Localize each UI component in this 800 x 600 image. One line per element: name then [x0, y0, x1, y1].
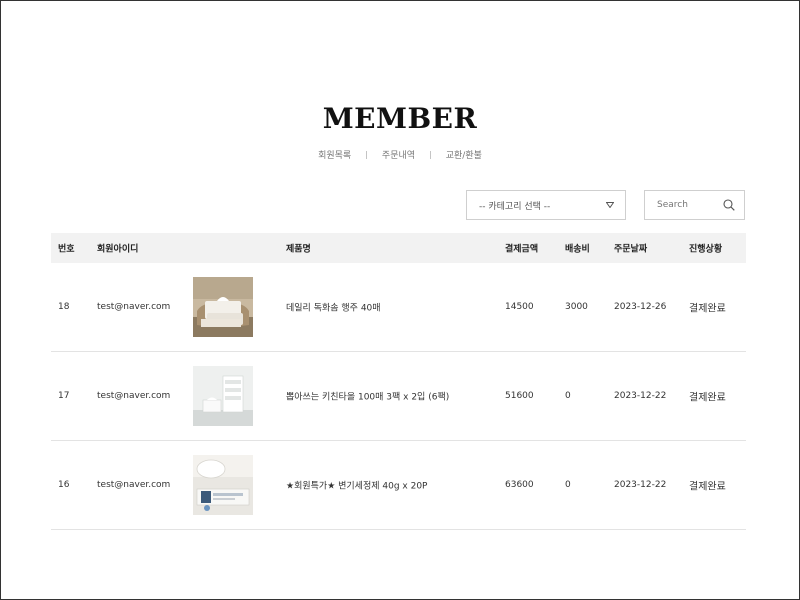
- row-amount: 63600: [505, 480, 534, 490]
- row-status: 결제완료: [689, 303, 726, 315]
- subnav-member-list[interactable]: 회원목록: [318, 148, 351, 161]
- header-order-date: 주문날짜: [614, 244, 648, 255]
- subnav-order-history[interactable]: 주문내역: [382, 148, 415, 161]
- row-shipping: 3000: [565, 302, 588, 312]
- product-thumbnail[interactable]: [193, 277, 253, 337]
- table-row[interactable]: 17 test@naver.com 뽑아쓰는 키친타올 100매 3팩 x 2입…: [51, 352, 746, 441]
- table-row[interactable]: 18 test@naver.com 데일리 독화솜 행주 40매 14500 3…: [51, 263, 746, 352]
- search-box: [644, 190, 745, 220]
- row-product-name: ★회원특가★ 변기세정제 40g x 20P: [286, 481, 428, 492]
- header-shipping: 배송비: [565, 244, 590, 255]
- row-product-name: 데일리 독화솜 행주 40매: [286, 303, 381, 314]
- category-select-value: -- 카테고리 선택 --: [479, 201, 551, 212]
- header-status: 진행상황: [689, 244, 723, 255]
- row-shipping: 0: [565, 480, 571, 490]
- header-member-id: 회원아이디: [97, 244, 139, 255]
- subnav-divider: |: [429, 150, 432, 159]
- row-status: 결제완료: [689, 481, 726, 493]
- row-amount: 14500: [505, 302, 534, 312]
- table-header: 번호 회원아이디 제품명 결제금액 배송비 주문날짜 진행상황: [51, 233, 746, 263]
- row-member-id: test@naver.com: [97, 391, 171, 401]
- row-member-id: test@naver.com: [97, 480, 171, 490]
- header-amount: 결제금액: [505, 244, 539, 255]
- header-no: 번호: [58, 244, 75, 255]
- row-number: 17: [58, 391, 70, 401]
- row-number: 18: [58, 302, 70, 312]
- row-product-name: 뽑아쓰는 키친타올 100매 3팩 x 2입 (6팩): [286, 392, 450, 403]
- product-thumbnail[interactable]: [193, 366, 253, 426]
- subnav-exchange-refund[interactable]: 교환/환불: [446, 148, 482, 161]
- search-icon[interactable]: [722, 198, 736, 212]
- page-title: MEMBER: [322, 102, 478, 135]
- table-row[interactable]: 16 test@naver.com ★회원특가★ 변기세정제 40g x 20P…: [51, 441, 746, 530]
- row-member-id: test@naver.com: [97, 302, 171, 312]
- sub-navigation: 회원목록 | 주문내역 | 교환/환불: [0, 148, 800, 161]
- row-order-date: 2023-12-22: [614, 391, 667, 401]
- row-number: 16: [58, 480, 70, 490]
- row-amount: 51600: [505, 391, 534, 401]
- search-input[interactable]: [657, 200, 717, 210]
- header-product: 제품명: [286, 244, 311, 255]
- subnav-divider: |: [365, 150, 368, 159]
- row-order-date: 2023-12-26: [614, 302, 667, 312]
- category-select[interactable]: -- 카테고리 선택 --: [466, 190, 626, 220]
- product-thumbnail[interactable]: [193, 455, 253, 515]
- order-table: 번호 회원아이디 제품명 결제금액 배송비 주문날짜 진행상황 18 test@…: [51, 233, 746, 530]
- row-order-date: 2023-12-22: [614, 480, 667, 490]
- row-shipping: 0: [565, 391, 571, 401]
- row-status: 결제완료: [689, 392, 726, 404]
- chevron-down-icon: [605, 200, 615, 210]
